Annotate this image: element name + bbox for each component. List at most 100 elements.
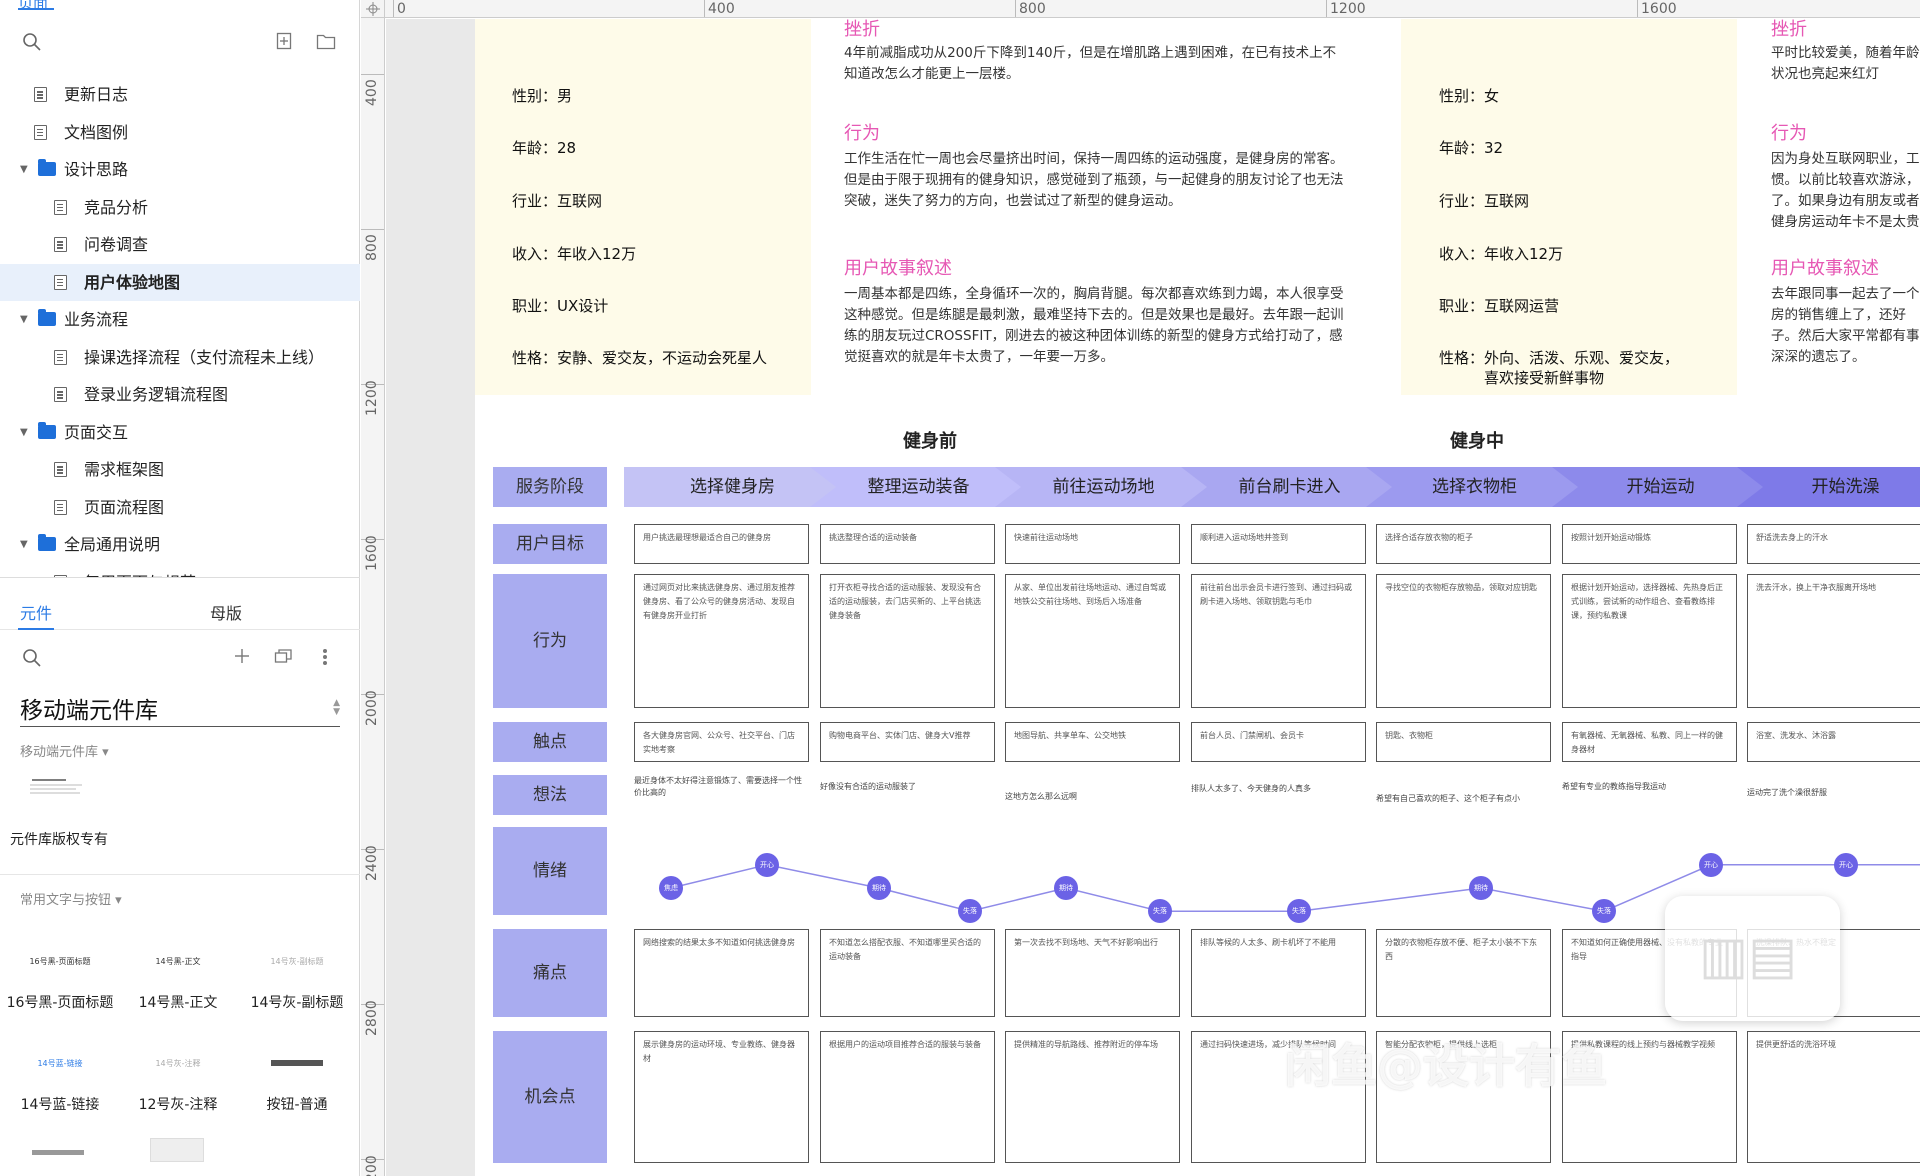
page-icon [54,199,67,215]
tree-item[interactable]: ▼ 设计思路 [0,151,360,189]
tree-item[interactable]: 需求框架图 [0,451,360,489]
widget-thumbnail[interactable]: 14号灰-副标题 [257,956,337,967]
horizontal-ruler: 04008001200160020002400280032003600 [361,0,1920,18]
page-icon [54,237,67,252]
left-sidebar: 页面 更新日志文档图例 ▼ 设计思路 竞品分析问卷调查用户体验地图 ▼ 业务流程操课选择流… [0,0,360,1176]
text-buttons-group-header[interactable]: 常用文字与按钮 ▾ [20,889,122,908]
ruler-label: 3200 [364,1155,380,1176]
folder-icon [38,159,56,176]
ruler-tick [361,229,384,230]
tab-masters[interactable]: 母版 [210,600,242,624]
search-icon[interactable] [22,32,42,52]
widget-label: 16号黑-页面标题 [6,995,114,1011]
tree-item[interactable]: 文档图例 [0,114,360,152]
tree-item-label: 全局通用说明 [64,535,161,554]
ruler-label: 0 [397,1,406,17]
emotion-point: 失落 [1287,899,1311,924]
widget-thumbnail[interactable]: 16号黑-页面标题 [20,956,100,967]
widget-thumbnail[interactable]: 14号蓝-链接 [20,1058,100,1069]
crosshair-icon [366,2,380,16]
tree-item-label: 文档图例 [64,122,129,142]
ruler-tick [1015,0,1016,17]
library-select[interactable]: 移动端元件库 ▲ ▼ [20,691,340,727]
widget-thumbnail[interactable]: 14号黑-正文 [138,956,218,967]
library-options-icon[interactable] [274,648,294,664]
ruler-label: 400 [708,1,735,17]
tree-item-label: 页面交互 [64,422,129,442]
tree-item[interactable]: 操课选择流程（支付流程未上线） [0,339,360,377]
pages-search-row [0,26,360,60]
page-icon [54,349,67,365]
tree-item-label: 复用页面与规范 [84,564,196,578]
search-icon[interactable] [22,648,42,668]
watermark-text: 闲鱼@设计有鱼 [1285,1039,1607,1093]
chevron-down-icon[interactable]: ▼ [20,151,28,189]
divider [0,874,360,875]
tree-item[interactable]: 复用页面与规范 [0,564,360,578]
pages-panel: 页面 更新日志文档图例 ▼ 设计思路 竞品分析问卷调查用户体验地图 ▼ 业务流程操课选择流… [0,0,360,578]
tree-item[interactable]: 更新日志 [0,76,360,114]
widget-label: 按钮-普通 [266,1097,328,1113]
tab-components[interactable]: 元件 [20,600,52,624]
emotion-point: 开心 [1699,852,1723,877]
tree-item-label: 问卷调查 [84,235,149,254]
ruler-label: 800 [364,234,380,261]
tree-item-label: 更新日志 [64,85,129,104]
copyright-thumbnail[interactable] [26,776,88,798]
ruler-tick [393,0,394,17]
add-library-icon[interactable] [234,648,250,664]
widget-label: 14号蓝-链接 [20,1097,100,1113]
emotion-point: 失落 [958,899,982,924]
more-vertical-icon[interactable] [322,648,328,666]
library-group-header[interactable]: 移动端元件库 ▾ [20,741,109,760]
ruler-corner[interactable] [361,0,385,18]
widget-thumb-bar[interactable] [32,1150,84,1155]
chevron-down-icon[interactable]: ▼ [20,301,28,339]
watermark-logo-glyph: ▥▤ [1699,926,1798,986]
widget-thumbnail[interactable]: 14号灰-注释 [138,1058,218,1069]
pages-tab[interactable]: 页面 [18,0,48,13]
tree-item[interactable]: 页面流程图 [0,489,360,527]
add-page-icon[interactable] [276,32,292,50]
ruler-label: 2400 [364,845,380,881]
tree-item-label: 需求框架图 [84,460,165,479]
ruler-tick [1326,0,1327,17]
tree-item[interactable]: 登录业务逻辑流程图 [0,376,360,414]
chevron-down-icon[interactable]: ▼ [20,414,28,452]
tree-item[interactable]: 用户体验地图 [0,263,360,301]
ruler-label: 1200 [1330,1,1366,17]
emotion-point: 期待 [1054,876,1078,900]
tree-item[interactable]: 竞品分析 [0,189,360,227]
ruler-tick [1637,0,1638,17]
tree-item[interactable]: ▼ 业务流程 [0,301,360,339]
tree-item[interactable]: ▼ 页面交互 [0,414,360,452]
vertical-ruler: 400 800 1200 1600 2000 2400 2800 3200 [361,18,385,1176]
pages-tab-bar: 页面 [0,0,360,13]
page-icon [54,462,67,477]
emotion-point: 开心 [1834,852,1858,877]
tree-item[interactable]: ▼ 全局通用说明 [0,526,360,564]
components-tab-underline [18,628,54,630]
page-icon [34,124,47,140]
emotion-point: 失落 [1592,899,1616,924]
page-icon [54,387,67,402]
chevron-down-icon[interactable]: ▼ [20,526,28,564]
tree-item-label: 操课选择流程（支付流程未上线） [84,347,325,367]
tree-item-label: 用户体验地图 [84,272,181,292]
add-folder-icon[interactable] [316,32,336,50]
ruler-label: 2000 [364,690,380,726]
page-icon [54,499,67,515]
folder-icon [38,534,56,551]
widget-label: 14号灰-副标题 [250,995,344,1011]
emotion-point: 开心 [755,852,779,877]
page-tree: 更新日志文档图例 ▼ 设计思路 竞品分析问卷调查用户体验地图 ▼ 业务流程操课选择流程（支… [0,76,360,578]
ruler-label: 800 [1019,1,1046,17]
widget-label: 14号黑-正文 [138,995,218,1011]
page-icon [54,274,67,290]
widget-thumb-box[interactable] [150,1138,204,1162]
tree-item[interactable]: 问卷调查 [0,226,360,264]
tree-item-label: 登录业务逻辑流程图 [84,385,229,404]
components-search-row [0,642,360,676]
pages-tab-underline [18,8,54,10]
widget-thumbnail-button[interactable] [271,1060,323,1066]
